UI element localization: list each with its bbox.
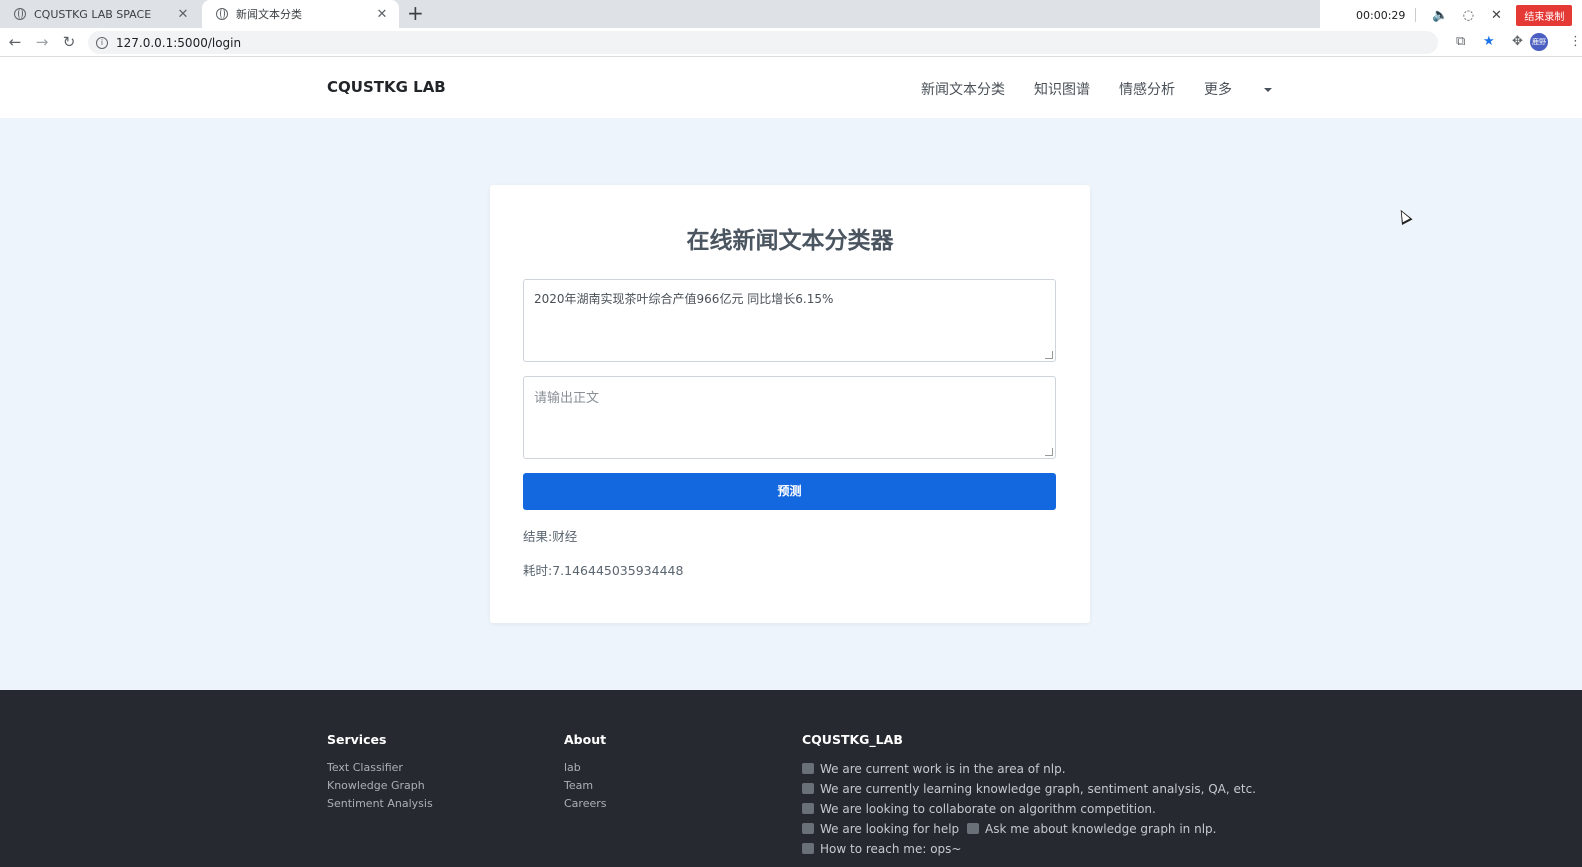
close-tab-icon[interactable]: ✕ — [375, 7, 389, 22]
result-text: 结果:财经 — [523, 529, 578, 544]
nav-menu: 新闻文本分类 知识图谱 情感分析 更多 — [921, 79, 1301, 99]
footer-link-careers[interactable]: Careers — [564, 795, 607, 813]
caret-down-icon — [1264, 88, 1272, 92]
site-brand[interactable]: CQUSTKG LAB — [327, 78, 446, 96]
footer-about: About lab Team Careers — [564, 732, 607, 813]
footer-link-team[interactable]: Team — [564, 777, 607, 795]
forward-icon[interactable]: → — [30, 33, 54, 51]
footer-link-knowledge-graph[interactable]: Knowledge Graph — [327, 777, 433, 795]
nav-item-knowledge-graph[interactable]: 知识图谱 — [1034, 79, 1090, 99]
news-body-placeholder: 请输出正文 — [534, 391, 600, 406]
footer-link-sentiment-analysis[interactable]: Sentiment Analysis — [327, 795, 433, 813]
url-input[interactable]: i 127.0.0.1:5000/login — [88, 31, 1438, 54]
browser-tab-lab-space[interactable]: CQUSTKG LAB SPACE ✕ — [0, 0, 200, 28]
page-title: 在线新闻文本分类器 — [686, 228, 894, 254]
reload-icon[interactable]: ↻ — [57, 33, 81, 51]
nav-item-news-classifier[interactable]: 新闻文本分类 — [921, 79, 1005, 99]
footer-link-lab[interactable]: lab — [564, 759, 607, 777]
footer-info-line: We are currently learning knowledge grap… — [802, 779, 1256, 799]
people-emoji-icon — [802, 803, 814, 814]
mailbox-emoji-icon — [802, 843, 814, 854]
site-navbar: CQUSTKG LAB 新闻文本分类 知识图谱 情感分析 更多 — [0, 57, 1582, 118]
info-icon[interactable]: i — [96, 36, 108, 49]
footer-heading: CQUSTKG_LAB — [802, 732, 903, 747]
close-tab-icon[interactable]: ✕ — [176, 7, 190, 22]
footer-heading: Services — [327, 732, 387, 747]
mouse-cursor — [1395, 207, 1413, 225]
footer-info-text: We are currently learning knowledge grap… — [820, 782, 1256, 796]
footer-info-text: How to reach me: ops~ — [820, 842, 962, 856]
footer-info-text: We are looking to collaborate on algorit… — [820, 802, 1156, 816]
footer-info-line: We are looking for help Ask me about kno… — [802, 819, 1256, 839]
browser-tab-news-classifier[interactable]: 新闻文本分类 ✕ — [202, 0, 399, 28]
news-title-input[interactable]: 2020年湖南实现茶叶综合产值966亿元 同比增长6.15% — [523, 279, 1056, 362]
footer-lab-info: CQUSTKG_LAB We are current work is in th… — [802, 732, 1256, 859]
news-body-input[interactable]: 请输出正文 — [523, 376, 1056, 459]
new-tab-button[interactable]: + — [407, 3, 424, 23]
technologist-emoji-icon — [802, 763, 814, 774]
globe-icon — [14, 8, 26, 20]
address-bar: ← → ↻ i 127.0.0.1:5000/login ⧉ ★ ✥ 鹿野 ⋮ — [0, 28, 1582, 57]
tab-title: CQUSTKG LAB SPACE — [34, 7, 152, 21]
footer-info-text: Ask me about knowledge graph in nlp. — [985, 822, 1217, 836]
news-title-value: 2020年湖南实现茶叶综合产值966亿元 同比增长6.15% — [534, 292, 834, 306]
speaker-icon[interactable]: 🔈 — [1432, 8, 1448, 23]
speech-bubble-emoji-icon — [967, 823, 979, 834]
footer-info-line: We are looking to collaborate on algorit… — [802, 799, 1256, 819]
stop-recording-button[interactable]: 结束录制 — [1516, 4, 1573, 26]
elapsed-time-text: 耗时:7.146445035934448 — [523, 563, 684, 578]
nav-item-more-label: 更多 — [1204, 82, 1232, 98]
translate-icon[interactable]: ⧉ — [1456, 34, 1465, 49]
site-footer: Services Text Classifier Knowledge Graph… — [0, 690, 1582, 867]
predict-button[interactable]: 预测 — [523, 473, 1056, 510]
footer-info-text: We are looking for help — [820, 822, 960, 836]
extensions-icon[interactable]: ✥ — [1512, 34, 1523, 49]
footer-services: Services Text Classifier Knowledge Graph… — [327, 732, 433, 813]
helper-emoji-icon — [802, 823, 814, 834]
classifier-card: 在线新闻文本分类器 2020年湖南实现茶叶综合产值966亿元 同比增长6.15%… — [490, 185, 1090, 623]
globe-icon — [216, 8, 228, 20]
back-icon[interactable]: ← — [3, 33, 27, 51]
divider — [1415, 8, 1417, 22]
nav-item-sentiment-analysis[interactable]: 情感分析 — [1119, 79, 1175, 99]
close-icon[interactable]: ✕ — [1488, 8, 1504, 23]
recording-bar: 00:00:29 🔈 ◌ ✕ 结束录制 — [1320, 0, 1582, 30]
tab-title: 新闻文本分类 — [236, 8, 302, 21]
browser-menu-icon[interactable]: ⋮ — [1569, 34, 1582, 49]
resize-handle[interactable] — [1045, 351, 1053, 359]
footer-heading: About — [564, 732, 607, 747]
profile-avatar[interactable]: 鹿野 — [1530, 33, 1548, 51]
resize-handle[interactable] — [1045, 448, 1053, 456]
recording-timer: 00:00:29 — [1356, 8, 1406, 22]
footer-info-line: How to reach me: ops~ — [802, 839, 1256, 859]
footer-info-text: We are current work is in the area of nl… — [820, 762, 1066, 776]
footer-link-text-classifier[interactable]: Text Classifier — [327, 759, 433, 777]
nav-item-more[interactable]: 更多 — [1204, 79, 1272, 99]
mic-muted-icon[interactable]: ◌ — [1460, 8, 1476, 23]
footer-info-line: We are current work is in the area of nl… — [802, 759, 1256, 779]
bookmark-star-icon[interactable]: ★ — [1483, 34, 1495, 49]
url-text: 127.0.0.1:5000/login — [116, 35, 242, 50]
chart-emoji-icon — [802, 783, 814, 794]
